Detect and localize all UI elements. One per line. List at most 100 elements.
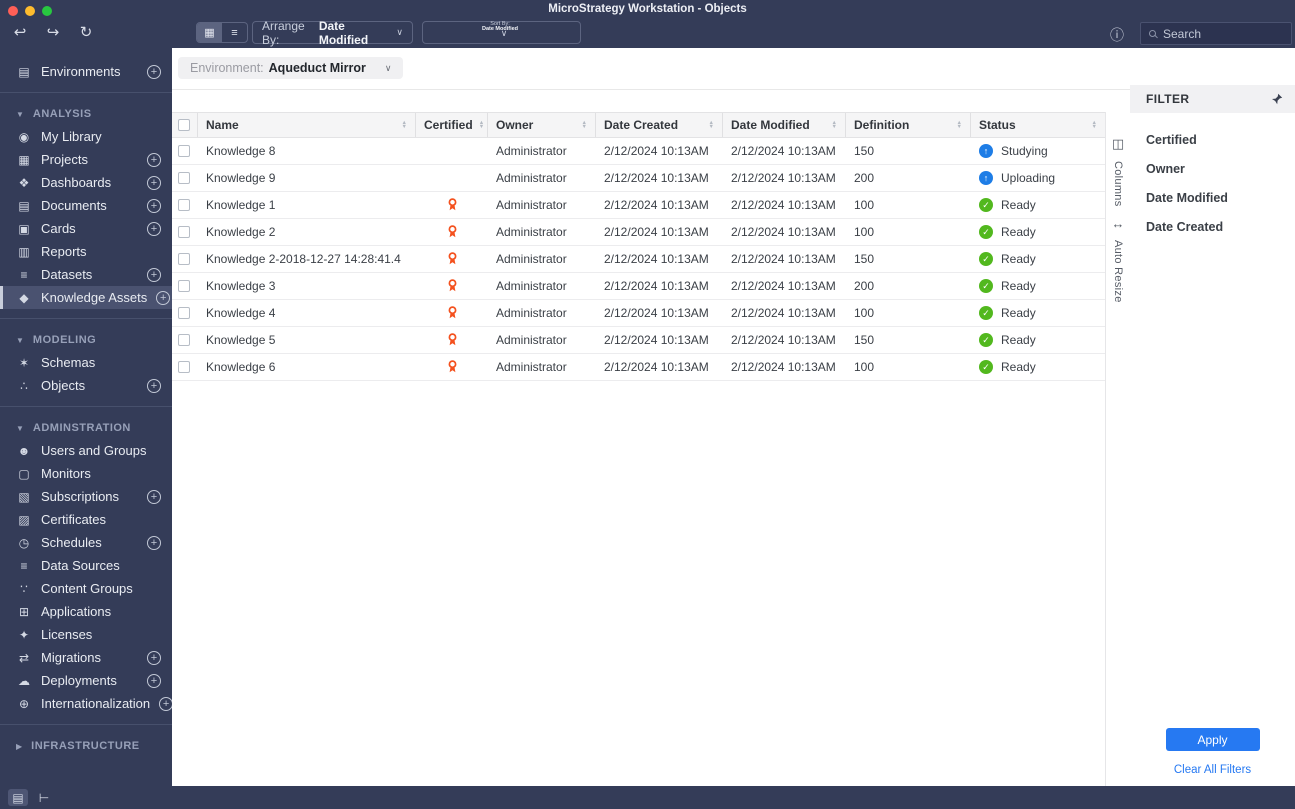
sidebar-item-cards[interactable]: ▣ Cards + <box>0 217 172 240</box>
column-header-status[interactable]: Status ▲ ▼ <box>971 113 1105 137</box>
add-icon[interactable]: + <box>147 221 161 236</box>
sidebar-item-knowledge-assets[interactable]: ◆ Knowledge Assets + <box>0 286 172 309</box>
column-header-definition[interactable]: Definition ▲ ▼ <box>846 113 971 137</box>
table-row[interactable]: Knowledge 4 Administrator 2/12/2024 10:13A… <box>172 300 1105 327</box>
sidebar-item-my-library[interactable]: ◉ My Library <box>0 125 172 148</box>
refresh-icon[interactable]: ↻ <box>76 22 96 42</box>
sidebar-item-projects[interactable]: ▦ Projects + <box>0 148 172 171</box>
info-icon[interactable]: ⓘ <box>1110 25 1126 43</box>
add-icon[interactable]: + <box>147 198 161 213</box>
sort-icon[interactable]: ▲ ▼ <box>576 120 587 130</box>
sidebar-item-monitors[interactable]: ▢ Monitors <box>0 462 172 485</box>
row-checkbox[interactable] <box>178 361 190 373</box>
table-row[interactable]: Knowledge 1 Administrator 2/12/2024 10:13A… <box>172 192 1105 219</box>
row-checkbox[interactable] <box>178 226 190 238</box>
list-view-icon[interactable]: ≡ <box>222 23 247 42</box>
sidebar-item-migrations[interactable]: ⇄ Migrations + <box>0 646 172 669</box>
sidebar-item-documents[interactable]: ▤ Documents + <box>0 194 172 217</box>
sidebar-item-reports[interactable]: ▥ Reports <box>0 240 172 263</box>
sidebar-item-certificates[interactable]: ▨ Certificates <box>0 508 172 531</box>
sidebar-item-data-sources[interactable]: ≡ Data Sources <box>0 554 172 577</box>
arrange-by-dropdown[interactable]: Arrange By: Date Modified ∨ <box>252 19 413 47</box>
sort-icon[interactable]: ▲ ▼ <box>396 120 407 130</box>
columns-icon[interactable]: ◫ <box>1112 136 1124 152</box>
add-icon[interactable]: + <box>147 267 161 282</box>
add-icon[interactable]: + <box>147 535 161 550</box>
table-row[interactable]: Knowledge 3 Administrator 2/12/2024 10:13A… <box>172 273 1105 300</box>
sidebar-section-infrastructure[interactable]: ▶ INFRASTRUCTURE <box>0 735 172 757</box>
row-checkbox[interactable] <box>178 253 190 265</box>
sort-icon[interactable]: ▲ ▼ <box>473 120 484 130</box>
add-icon[interactable]: + <box>147 64 161 79</box>
filter-item-date-created[interactable]: Date Created <box>1130 212 1295 241</box>
row-checkbox[interactable] <box>178 199 190 211</box>
add-icon[interactable]: + <box>156 290 171 305</box>
table-row[interactable]: Knowledge 8 Administrator 2/12/2024 10:13A… <box>172 138 1105 165</box>
sidebar-item-label: Dashboards <box>41 175 112 190</box>
column-header-name[interactable]: Name ▲ ▼ <box>198 113 416 137</box>
add-icon[interactable]: + <box>147 650 161 665</box>
add-icon[interactable]: + <box>147 673 161 688</box>
row-checkbox[interactable] <box>178 145 190 157</box>
sort-by-dropdown[interactable]: Sort By: Date Modified ∨ <box>422 21 581 44</box>
sidebar-item-datasets[interactable]: ≡ Datasets + <box>0 263 172 286</box>
column-header-date-modified[interactable]: Date Modified ▲ ▼ <box>723 113 846 137</box>
sidebar-item-subscriptions[interactable]: ▧ Subscriptions + <box>0 485 172 508</box>
sidebar-item-schedules[interactable]: ◷ Schedules + <box>0 531 172 554</box>
pin-icon[interactable] <box>1271 93 1283 105</box>
add-icon[interactable]: + <box>147 175 161 190</box>
filter-item-certified[interactable]: Certified <box>1130 125 1295 154</box>
filter-item-owner[interactable]: Owner <box>1130 154 1295 183</box>
row-checkbox[interactable] <box>178 172 190 184</box>
columns-label[interactable]: Columns <box>1112 161 1124 207</box>
sidebar-item-schemas[interactable]: ✶ Schemas <box>0 351 172 374</box>
auto-resize-label[interactable]: Auto Resize <box>1112 240 1124 303</box>
apply-button[interactable]: Apply <box>1165 728 1260 751</box>
sidebar-item-environments[interactable]: ▤ Environments + <box>0 60 172 83</box>
auto-resize-icon[interactable]: ↔ <box>1112 216 1125 231</box>
sort-icon[interactable]: ▲ ▼ <box>1086 120 1097 130</box>
column-header-owner[interactable]: Owner ▲ ▼ <box>488 113 596 137</box>
table-row[interactable]: Knowledge 2 Administrator 2/12/2024 10:13A… <box>172 219 1105 246</box>
add-icon[interactable]: + <box>147 378 161 393</box>
back-icon[interactable]: ↩ <box>10 22 30 42</box>
sidebar-item-internationalization[interactable]: ⊕ Internationalization + <box>0 692 172 715</box>
table-row[interactable]: Knowledge 5 Administrator 2/12/2024 10:13A… <box>172 327 1105 354</box>
table-row[interactable]: Knowledge 6 Administrator 2/12/2024 10:13A… <box>172 354 1105 381</box>
column-header-certified[interactable]: Certified ▲ ▼ <box>416 113 488 137</box>
add-icon[interactable]: + <box>147 489 161 504</box>
forward-icon[interactable]: ↪ <box>43 22 63 42</box>
sidebar-section-adminstration[interactable]: ▼ ADMINSTRATION <box>0 417 172 439</box>
list-view-icon[interactable]: ▤ <box>8 789 28 806</box>
sidebar-item-users-and-groups[interactable]: ☻ Users and Groups <box>0 439 172 462</box>
grid-view-icon[interactable]: ▦ <box>197 23 222 42</box>
tree-view-icon[interactable]: ⊢ <box>34 789 54 806</box>
sort-icon[interactable]: ▲ ▼ <box>951 120 962 130</box>
column-header-date-created[interactable]: Date Created ▲ ▼ <box>596 113 723 137</box>
row-checkbox[interactable] <box>178 334 190 346</box>
select-all-checkbox[interactable] <box>178 119 190 131</box>
sidebar-section-modeling[interactable]: ▼ MODELING <box>0 329 172 351</box>
search-input[interactable] <box>1163 26 1283 41</box>
add-icon[interactable]: + <box>159 696 172 711</box>
sidebar-item-label: Subscriptions <box>41 489 120 504</box>
sidebar-item-dashboards[interactable]: ❖ Dashboards + <box>0 171 172 194</box>
search-box[interactable] <box>1140 22 1292 45</box>
sidebar-item-content-groups[interactable]: ∵ Content Groups <box>0 577 172 600</box>
sidebar-item-applications[interactable]: ⊞ Applications <box>0 600 172 623</box>
row-checkbox[interactable] <box>178 307 190 319</box>
filter-item-date-modified[interactable]: Date Modified <box>1130 183 1295 212</box>
sidebar-section-analysis[interactable]: ▼ ANALYSIS <box>0 103 172 125</box>
sidebar-item-licenses[interactable]: ✦ Licenses <box>0 623 172 646</box>
sidebar-item-objects[interactable]: ∴ Objects + <box>0 374 172 397</box>
sort-icon[interactable]: ▲ ▼ <box>703 120 714 130</box>
environment-dropdown[interactable]: Environment: Aqueduct Mirror ∨ <box>178 57 404 79</box>
add-icon[interactable]: + <box>147 152 161 167</box>
sort-icon[interactable]: ▲ ▼ <box>826 120 837 130</box>
table-row[interactable]: Knowledge 2-2018-12-27 14:28:41.4 Adminis… <box>172 246 1105 273</box>
row-checkbox[interactable] <box>178 280 190 292</box>
table-row[interactable]: Knowledge 9 Administrator 2/12/2024 10:13A… <box>172 165 1105 192</box>
sidebar-item-deployments[interactable]: ☁ Deployments + <box>0 669 172 692</box>
view-toggle[interactable]: ▦ ≡ <box>196 22 248 43</box>
clear-all-filters-link[interactable]: Clear All Filters <box>1174 764 1251 776</box>
